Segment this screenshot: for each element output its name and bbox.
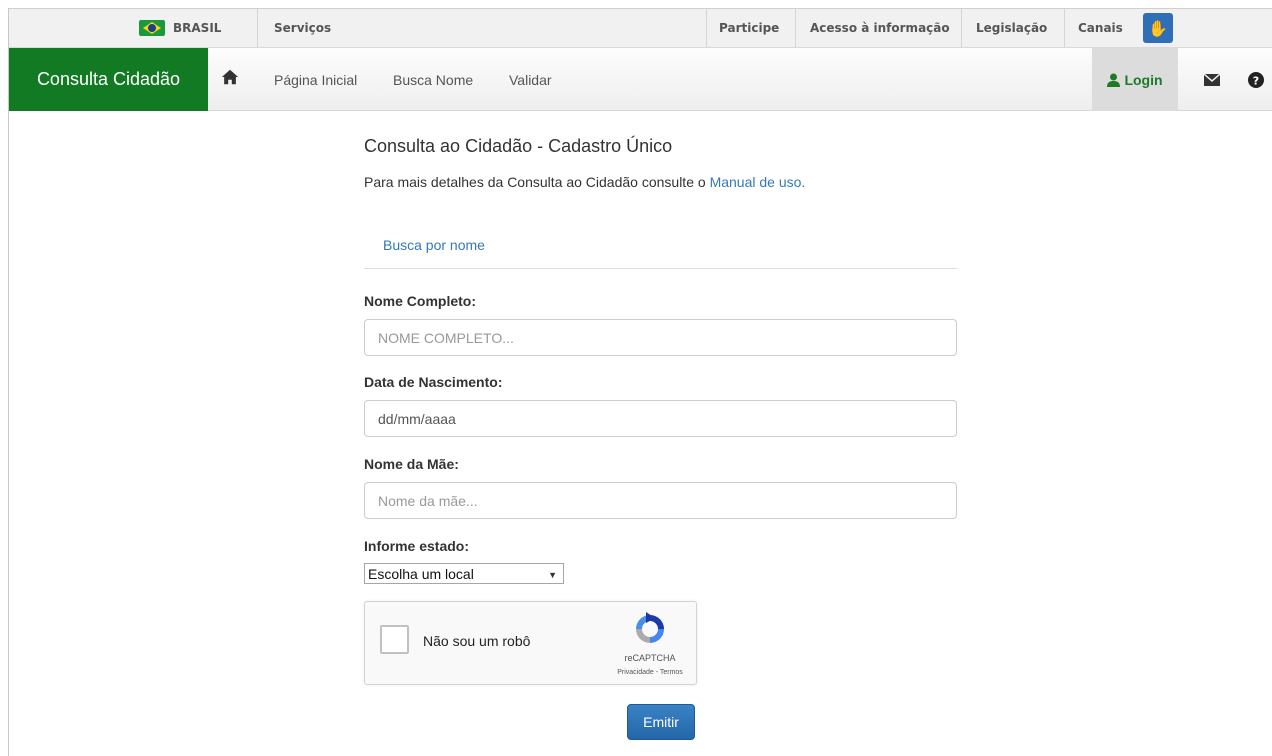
svg-text:?: ? <box>1253 74 1259 87</box>
intro-text-body: Para mais detalhes da Consulta ao Cidadã… <box>364 174 710 190</box>
participe-link[interactable]: Participe <box>719 9 779 47</box>
nav-pagina-inicial[interactable]: Página Inicial <box>274 48 357 111</box>
recaptcha-checkbox[interactable] <box>380 625 409 654</box>
recaptcha-widget: Não sou um robô reCAPTCHA Privacidade - … <box>364 601 697 685</box>
home-icon[interactable] <box>221 68 239 86</box>
recaptcha-label: Não sou um robô <box>423 633 531 649</box>
nome-completo-input[interactable] <box>364 319 957 356</box>
estado-select[interactable]: Escolha um local ▼ <box>364 563 564 584</box>
canais-link[interactable]: Canais <box>1078 9 1123 47</box>
legislacao-link[interactable]: Legislação <box>976 9 1047 47</box>
nome-mae-input[interactable] <box>364 482 957 519</box>
user-icon <box>1107 73 1121 87</box>
acesso-informacao-link[interactable]: Acesso à informação <box>810 9 950 47</box>
brazil-flag-icon <box>139 20 165 36</box>
dropdown-arrow-icon: ▼ <box>548 570 557 580</box>
recaptcha-brand: reCAPTCHA <box>624 653 676 663</box>
main-navbar: Consulta Cidadão Página Inicial Busca No… <box>9 48 1272 111</box>
emitir-button[interactable]: Emitir <box>627 704 695 740</box>
page-title: Consulta ao Cidadão - Cadastro Único <box>364 136 673 156</box>
intro-text: Para mais detalhes da Consulta ao Cidadã… <box>364 174 805 190</box>
login-label: Login <box>1124 71 1163 88</box>
tab-divider <box>364 268 957 269</box>
data-nascimento-input[interactable] <box>364 400 957 437</box>
tab-busca-por-nome[interactable]: Busca por nome <box>383 237 485 253</box>
login-button[interactable]: Login <box>1092 48 1178 111</box>
nome-mae-label: Nome da Mãe: <box>364 456 459 472</box>
recaptcha-logo-icon <box>636 612 664 643</box>
contact-button[interactable] <box>1194 48 1230 111</box>
data-nascimento-label: Data de Nascimento: <box>364 374 503 390</box>
nav-validar[interactable]: Validar <box>509 48 552 111</box>
browser-page: BRASIL Serviços Participe Acesso à infor… <box>8 8 1272 756</box>
nav-busca-nome[interactable]: Busca Nome <box>393 48 473 111</box>
brand-logo[interactable]: Consulta Cidadão <box>9 48 208 111</box>
recaptcha-terms-link[interactable]: Privacidade - Termos <box>590 669 710 676</box>
sign-language-button[interactable]: ✋ <box>1143 9 1173 47</box>
brasil-link[interactable]: BRASIL <box>139 9 221 47</box>
brasil-label: BRASIL <box>173 21 222 35</box>
envelope-icon <box>1204 73 1220 86</box>
nome-completo-label: Nome Completo: <box>364 293 476 309</box>
estado-selected-value: Escolha um local <box>368 565 474 582</box>
estado-label: Informe estado: <box>364 538 470 554</box>
manual-link[interactable]: Manual de uso. <box>710 174 806 190</box>
help-button[interactable]: ? <box>1241 48 1271 111</box>
gov-bar: BRASIL Serviços Participe Acesso à infor… <box>9 9 1272 48</box>
servicos-link[interactable]: Serviços <box>274 9 331 47</box>
sign-language-hand-icon: ✋ <box>1143 13 1173 43</box>
question-circle-icon: ? <box>1248 71 1264 88</box>
